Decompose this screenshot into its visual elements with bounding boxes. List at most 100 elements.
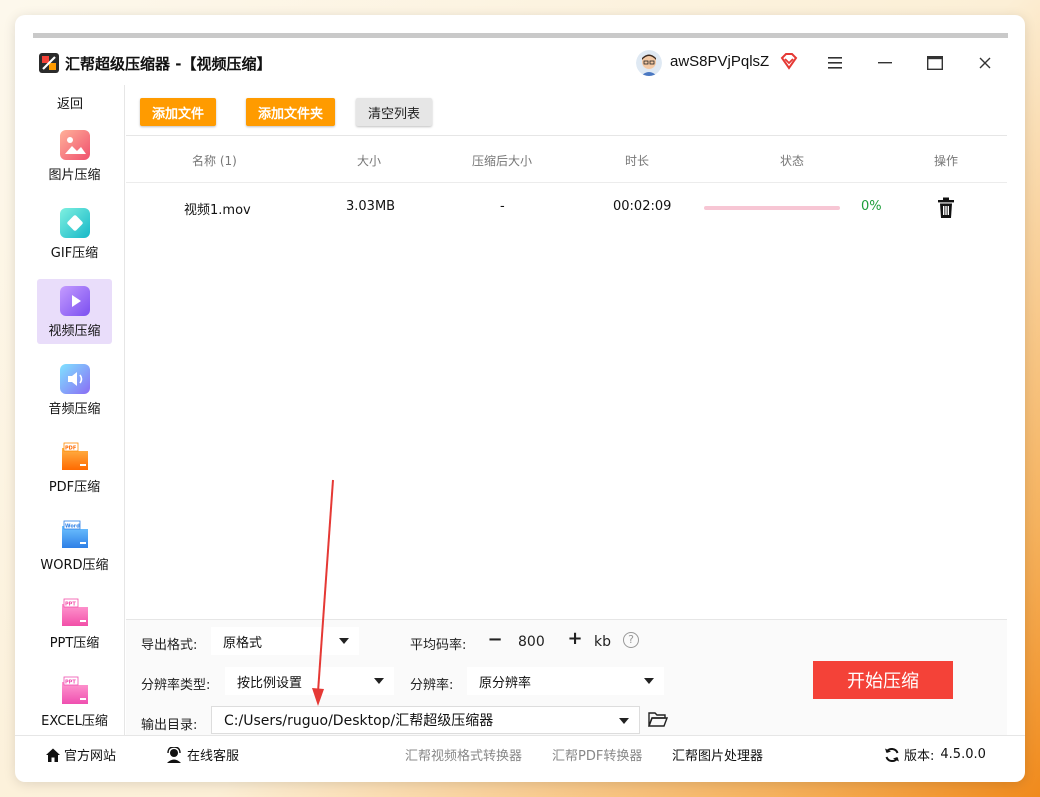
close-button[interactable]: [970, 49, 1000, 77]
username[interactable]: awS8PVjPqlsZ: [670, 53, 769, 70]
table-row[interactable]: 视频1.mov 3.03MB - 00:02:09 0%: [126, 185, 1007, 231]
home-icon: [46, 748, 60, 762]
ppt-compress-icon: PPT: [61, 598, 88, 626]
file-size: 3.03MB: [346, 199, 396, 214]
output-dir-value: C:/Users/ruguo/Desktop/汇帮超级压缩器: [224, 713, 494, 729]
word-compress-icon: Word: [61, 520, 88, 548]
maximize-button[interactable]: [920, 49, 950, 77]
video-compress-icon: [59, 286, 90, 316]
window-title: 汇帮超级压缩器 -【视频压缩】: [65, 55, 272, 73]
add-file-button[interactable]: 添加文件: [140, 98, 217, 126]
bitrate-increase-button[interactable]: +: [567, 628, 583, 649]
column-header-name[interactable]: 名称 (1): [192, 152, 237, 169]
avatar-icon: [636, 50, 662, 76]
resolution-type-label: 分辨率类型:: [141, 678, 211, 693]
online-support-label: 在线客服: [187, 749, 240, 764]
close-icon: [979, 57, 991, 69]
sidebar-item-label: 音频压缩: [48, 402, 101, 417]
resolution-select[interactable]: 原分辨率: [467, 667, 664, 695]
version-value: 4.5.0.0: [940, 747, 986, 762]
bitrate-label: 平均码率:: [410, 638, 467, 653]
column-header-action: 操作: [934, 154, 959, 168]
progress-bar: [704, 206, 840, 210]
sidebar-item-excel[interactable]: PPT EXCEL压缩: [37, 669, 112, 734]
sidebar-item-gif[interactable]: GIF压缩: [37, 201, 112, 266]
sidebar-item-audio[interactable]: 音频压缩: [37, 357, 112, 422]
refresh-icon: [885, 747, 899, 762]
official-website-link[interactable]: 官方网站: [45, 745, 116, 764]
maximize-icon: [927, 56, 943, 70]
pdf-compress-icon: PDF: [61, 442, 88, 470]
bitrate-value[interactable]: 800: [518, 634, 545, 650]
hamburger-icon: [828, 57, 842, 69]
column-header-duration[interactable]: 时长: [625, 152, 649, 169]
customer-service-icon: [167, 746, 181, 763]
video-converter-link[interactable]: 汇帮视频格式转换器: [405, 745, 522, 764]
svg-text:Word: Word: [65, 524, 80, 530]
vip-diamond-icon[interactable]: [779, 51, 799, 71]
open-folder-icon[interactable]: [648, 710, 668, 728]
app-window: 汇帮超级压缩器 -【视频压缩】 awS8PVjPqlsZ 返回 图片压缩 GIF…: [15, 15, 1025, 782]
sidebar-item-label: GIF压缩: [50, 246, 99, 261]
delete-icon[interactable]: [936, 197, 956, 219]
bitrate-unit: kb: [594, 634, 611, 650]
menu-button[interactable]: [820, 49, 850, 77]
resolution-label: 分辨率:: [410, 678, 454, 693]
sidebar-item-word[interactable]: Word WORD压缩: [37, 513, 112, 578]
title-bar: 汇帮超级压缩器 -【视频压缩】 awS8PVjPqlsZ: [15, 43, 1025, 85]
online-support-link[interactable]: 在线客服: [165, 745, 239, 764]
resolution-type-value: 按比例设置: [237, 675, 303, 691]
column-header-compressed-size[interactable]: 压缩后大小: [472, 152, 532, 169]
sidebar-item-image[interactable]: 图片压缩: [37, 123, 112, 188]
image-processor-link[interactable]: 汇帮图片处理器: [672, 745, 763, 764]
resolution-type-select[interactable]: 按比例设置: [225, 667, 394, 695]
progress-percent: 0%: [861, 199, 882, 214]
chevron-down-icon: [339, 638, 349, 644]
bitrate-decrease-button[interactable]: −: [487, 629, 503, 650]
minimize-button[interactable]: [870, 49, 900, 77]
output-dir-label: 输出目录:: [141, 718, 198, 733]
sidebar-item-label: WORD压缩: [40, 558, 109, 573]
column-header-status: 状态: [780, 154, 805, 168]
pdf-converter-link[interactable]: 汇帮PDF转换器: [552, 745, 642, 764]
export-format-value: 原格式: [223, 635, 263, 651]
export-format-label: 导出格式:: [141, 638, 198, 653]
sidebar-item-video[interactable]: 视频压缩: [37, 279, 112, 344]
file-name: 视频1.mov: [184, 203, 251, 218]
resolution-value: 原分辨率: [479, 675, 532, 691]
sidebar-item-label: 图片压缩: [48, 168, 101, 183]
svg-text:PPT: PPT: [65, 602, 76, 608]
minimize-icon: [878, 62, 892, 64]
help-icon[interactable]: ?: [623, 632, 639, 648]
add-folder-button[interactable]: 添加文件夹: [246, 98, 336, 126]
svg-text:PDF: PDF: [65, 446, 76, 452]
footer-bar: 官方网站 在线客服 汇帮视频格式转换器 汇帮PDF转换器 汇帮图片处理器 版本:…: [15, 735, 1025, 782]
column-header-size[interactable]: 大小: [357, 152, 381, 169]
image-compress-icon: [59, 130, 90, 160]
compressed-size: -: [500, 199, 505, 214]
settings-panel: 导出格式: 原格式 平均码率: − 800 + kb ? 分辨率类型: 按比例设…: [126, 619, 1007, 735]
version-info[interactable]: 版本: 4.5.0.0: [884, 745, 986, 764]
official-website-label: 官方网站: [64, 749, 117, 764]
clear-list-button[interactable]: 清空列表: [356, 98, 433, 126]
sidebar-item-label: PDF压缩: [48, 480, 101, 495]
user-avatar[interactable]: [636, 50, 662, 76]
output-dir-select[interactable]: C:/Users/ruguo/Desktop/汇帮超级压缩器: [211, 706, 640, 734]
sidebar: 返回 图片压缩 GIF压缩 视频压缩 音频压缩 PDF PDF压缩 Word W…: [15, 85, 125, 735]
back-link[interactable]: 返回: [15, 93, 125, 112]
sidebar-item-label: PPT压缩: [49, 636, 100, 651]
export-format-select[interactable]: 原格式: [211, 627, 359, 655]
app-logo-icon: [39, 53, 59, 73]
gif-compress-icon: [59, 208, 90, 238]
chevron-down-icon: [619, 718, 629, 724]
file-table-header: 名称 (1) 大小 压缩后大小 时长 状态 操作: [126, 135, 1007, 183]
file-duration: 00:02:09: [613, 199, 672, 214]
chevron-down-icon: [644, 678, 654, 684]
sidebar-item-ppt[interactable]: PPT PPT压缩: [37, 591, 112, 656]
window-top-stripe: [33, 33, 1008, 38]
sidebar-item-pdf[interactable]: PDF PDF压缩: [37, 435, 112, 500]
audio-compress-icon: [59, 364, 90, 394]
version-label: 版本:: [904, 749, 935, 764]
excel-compress-icon: PPT: [61, 676, 88, 704]
start-compress-button[interactable]: 开始压缩: [813, 661, 953, 699]
